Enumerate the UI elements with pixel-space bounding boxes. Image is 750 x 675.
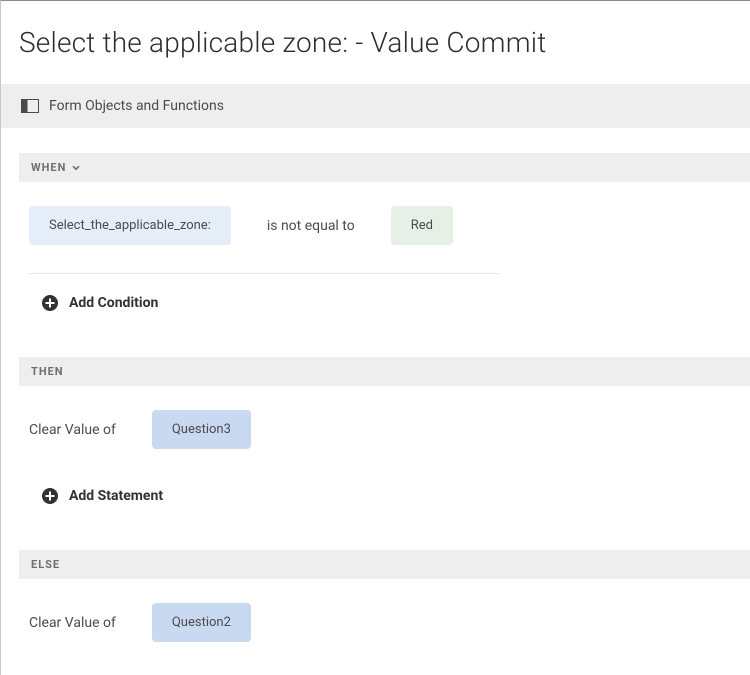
then-header-text: THEN [31, 365, 64, 378]
else-action-row: Clear Value of Question2 [19, 579, 750, 660]
page-title: Select the applicable zone: - Value Comm… [1, 1, 750, 84]
else-target-chip[interactable]: Question2 [152, 603, 251, 642]
condition-value-chip[interactable]: Red [391, 206, 453, 245]
add-condition-label: Add Condition [69, 295, 158, 311]
when-header-text: WHEN [31, 161, 66, 174]
condition-operator[interactable]: is not equal to [267, 218, 355, 234]
else-action-text[interactable]: Clear Value of [29, 615, 116, 631]
chevron-down-icon [72, 164, 80, 172]
when-condition-row: Select_the_applicable_zone: is not equal… [19, 182, 750, 263]
when-header[interactable]: WHEN [19, 153, 750, 182]
then-action-row: Clear Value of Question3 [19, 386, 750, 467]
form-objects-icon [21, 99, 39, 113]
else-header-text: ELSE [31, 558, 60, 571]
plus-circle-icon [41, 294, 59, 312]
toolbar: Form Objects and Functions [1, 84, 750, 128]
else-header: ELSE [19, 550, 750, 579]
add-condition-button[interactable]: Add Condition [19, 274, 750, 332]
toolbar-label[interactable]: Form Objects and Functions [49, 98, 224, 114]
then-action-text[interactable]: Clear Value of [29, 422, 116, 438]
then-header: THEN [19, 357, 750, 386]
add-statement-label: Add Statement [69, 488, 163, 504]
plus-circle-icon [41, 487, 59, 505]
then-target-chip[interactable]: Question3 [152, 410, 251, 449]
content-area: WHEN Select_the_applicable_zone: is not … [1, 153, 750, 660]
condition-field-chip[interactable]: Select_the_applicable_zone: [29, 206, 231, 245]
add-statement-button[interactable]: Add Statement [19, 467, 750, 525]
